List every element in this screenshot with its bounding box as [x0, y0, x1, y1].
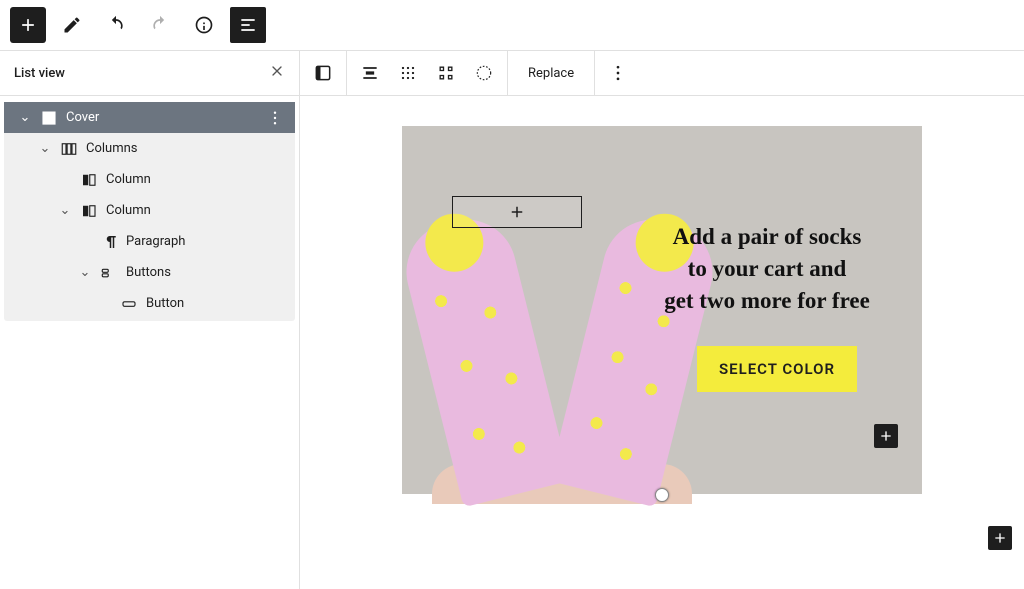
- tree-item-more-button[interactable]: [263, 109, 287, 127]
- close-icon: [269, 63, 285, 79]
- grid-3x3-icon: [398, 63, 418, 83]
- chevron-down-icon: ⌄: [38, 141, 52, 156]
- plus-icon: [878, 428, 894, 444]
- tree-item-label: Columns: [86, 141, 287, 156]
- tree-item-label: Button: [146, 296, 287, 311]
- list-view-toggle[interactable]: [230, 7, 266, 43]
- decorative-sock-left: [396, 209, 570, 507]
- align-icon: [360, 63, 380, 83]
- cover-block-icon: [40, 109, 58, 127]
- chevron-down-icon: ⌄: [18, 110, 32, 125]
- block-toolbar: Replace: [300, 51, 1024, 96]
- tree-item-paragraph[interactable]: Paragraph: [4, 226, 295, 257]
- pencil-icon: [62, 15, 82, 35]
- tree-item-column[interactable]: Column: [4, 164, 295, 195]
- plus-icon: [992, 530, 1008, 546]
- tree-item-columns[interactable]: ⌄ Columns: [4, 133, 295, 164]
- block-more-options-button[interactable]: [601, 56, 635, 90]
- tree-item-label: Column: [106, 203, 287, 218]
- root-appender[interactable]: [988, 526, 1012, 550]
- heading-line-3: get two more for free: [664, 288, 870, 313]
- tree-item-label: Cover: [66, 110, 255, 125]
- more-vertical-icon: [266, 109, 284, 127]
- block-type-button[interactable]: [306, 56, 340, 90]
- tree-item-label: Paragraph: [126, 234, 287, 249]
- redo-button[interactable]: [142, 7, 178, 43]
- duotone-button[interactable]: [467, 56, 501, 90]
- align-button[interactable]: [353, 56, 387, 90]
- button-block-icon: [120, 295, 138, 313]
- canvas-area: Replace Add a pair of socks to your cart…: [300, 51, 1024, 589]
- content-position-button[interactable]: [391, 56, 425, 90]
- undo-icon: [106, 15, 126, 35]
- cover-block-icon: [313, 63, 333, 83]
- fullheight-icon: [436, 63, 456, 83]
- tree-item-cover[interactable]: ⌄ Cover: [4, 102, 295, 133]
- cover-inner-appender[interactable]: [874, 424, 898, 448]
- paragraph-block-icon: [100, 233, 118, 251]
- more-vertical-icon: [608, 63, 628, 83]
- tree-item-label: Buttons: [126, 265, 287, 280]
- block-tree: ⌄ Cover ⌄ Columns Column: [0, 96, 299, 323]
- list-view-header: List view: [0, 51, 299, 96]
- tree-selected-group: ⌄ Cover ⌄ Columns Column: [4, 102, 295, 321]
- heading-line-1: Add a pair of socks: [673, 224, 862, 249]
- tree-item-label: Column: [106, 172, 287, 187]
- tree-item-column[interactable]: ⌄ Column: [4, 195, 295, 226]
- list-view-close-button[interactable]: [265, 59, 289, 88]
- cover-block[interactable]: Add a pair of socks to your cart and get…: [402, 126, 922, 494]
- redo-icon: [150, 15, 170, 35]
- editor-canvas[interactable]: Add a pair of socks to your cart and get…: [300, 96, 1024, 589]
- buttons-block-icon: [100, 264, 118, 282]
- replace-media-button[interactable]: Replace: [514, 66, 588, 81]
- select-color-button[interactable]: SELECT COLOR: [697, 346, 857, 392]
- list-view-panel: List view ⌄ Cover ⌄ Columns: [0, 51, 300, 589]
- cover-resize-handle[interactable]: [655, 488, 669, 502]
- columns-block-icon: [60, 140, 78, 158]
- column-block-icon: [80, 202, 98, 220]
- editor-main: List view ⌄ Cover ⌄ Columns: [0, 50, 1024, 589]
- cover-heading[interactable]: Add a pair of socks to your cart and get…: [642, 221, 892, 318]
- duotone-icon: [474, 63, 494, 83]
- tree-item-buttons[interactable]: ⌄ Buttons: [4, 257, 295, 288]
- full-height-button[interactable]: [429, 56, 463, 90]
- plus-icon: [508, 203, 526, 221]
- chevron-down-icon: ⌄: [58, 203, 72, 218]
- chevron-down-icon: ⌄: [78, 265, 92, 280]
- editor-top-toolbar: [0, 0, 1024, 50]
- tools-button[interactable]: [54, 7, 90, 43]
- plus-icon: [18, 15, 38, 35]
- heading-line-2: to your cart and: [688, 256, 847, 281]
- add-block-button[interactable]: [10, 7, 46, 43]
- undo-button[interactable]: [98, 7, 134, 43]
- column-block-icon: [80, 171, 98, 189]
- details-button[interactable]: [186, 7, 222, 43]
- outline-icon: [238, 15, 258, 35]
- tree-item-button[interactable]: Button: [4, 288, 295, 319]
- info-icon: [194, 15, 214, 35]
- empty-column-appender[interactable]: [452, 196, 582, 228]
- list-view-title: List view: [14, 66, 65, 81]
